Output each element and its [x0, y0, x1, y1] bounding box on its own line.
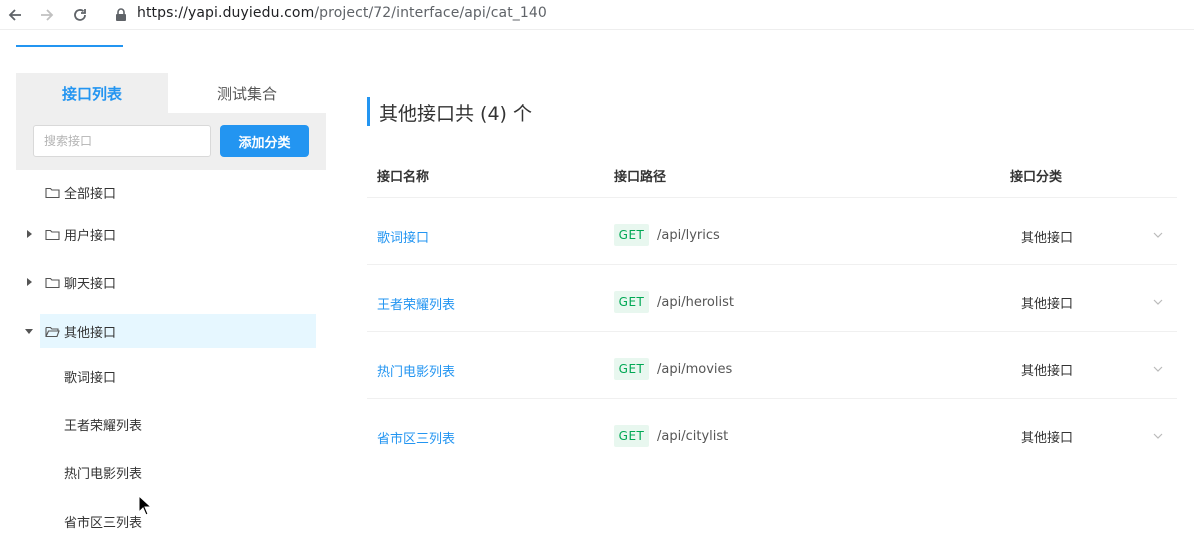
folder-icon: [45, 228, 60, 241]
forward-arrow-icon[interactable]: [36, 4, 58, 26]
column-header-name: 接口名称: [377, 170, 430, 185]
caret-down-icon[interactable]: [24, 326, 34, 336]
search-input[interactable]: [33, 125, 211, 157]
chevron-down-icon[interactable]: [1152, 296, 1164, 308]
chevron-down-icon[interactable]: [1152, 229, 1164, 241]
caret-right-icon[interactable]: [24, 277, 34, 287]
table-divider: [367, 331, 1177, 332]
lock-icon: [115, 8, 129, 22]
sidebar-search-bar: 添加分类: [16, 113, 326, 170]
address-bar[interactable]: https://yapi.duyiedu.com/project/72/inte…: [137, 5, 547, 21]
method-badge: GET: [614, 224, 649, 246]
tree-leaf-citylist[interactable]: 省市区三列表: [64, 512, 142, 532]
tab-test-collection[interactable]: 测试集合: [168, 73, 326, 113]
caret-right-icon[interactable]: [24, 229, 34, 239]
folder-icon: [45, 276, 60, 289]
interface-name-link[interactable]: 热门电影列表: [377, 361, 455, 380]
chevron-down-icon[interactable]: [1152, 363, 1164, 375]
tree-leaf-herolist[interactable]: 王者荣耀列表: [64, 415, 142, 435]
title-accent-bar: [367, 97, 370, 126]
tree-item-other[interactable]: 其他接口: [25, 314, 316, 348]
nav-active-indicator: [16, 45, 123, 47]
interface-name-link[interactable]: 王者荣耀列表: [377, 294, 455, 313]
url-path: /project/72/interface/api/cat_140: [314, 5, 547, 21]
tree-item-user[interactable]: 用户接口: [16, 217, 316, 251]
column-header-category: 接口分类: [1010, 170, 1063, 185]
interface-category-select[interactable]: 其他接口: [1021, 227, 1073, 246]
tree-item-label: 其他接口: [64, 325, 117, 341]
url-host: https://yapi.duyiedu.com: [137, 5, 315, 21]
tree-leaf-movies[interactable]: 热门电影列表: [64, 463, 142, 483]
method-badge: GET: [614, 425, 649, 447]
folder-open-icon: [45, 325, 60, 338]
tree-item-label: 用户接口: [64, 228, 117, 244]
tree-leaf-lyrics[interactable]: 歌词接口: [64, 367, 116, 387]
column-header-path: 接口路径: [614, 170, 667, 185]
interface-name-link[interactable]: 省市区三列表: [377, 428, 455, 447]
browser-toolbar: https://yapi.duyiedu.com/project/72/inte…: [0, 0, 1194, 30]
sidebar-tabs: 接口列表 测试集合: [16, 73, 326, 113]
tree-item-label: 全部接口: [64, 186, 117, 202]
interface-category-select[interactable]: 其他接口: [1021, 427, 1073, 446]
mouse-pointer-icon: [138, 494, 153, 517]
interface-path: /api/lyrics: [657, 228, 720, 243]
tree-item-label: 聊天接口: [64, 276, 117, 292]
method-badge: GET: [614, 291, 649, 313]
page-title: 其他接口共 (4) 个: [379, 103, 532, 125]
interface-category-select[interactable]: 其他接口: [1021, 293, 1073, 312]
method-badge: GET: [614, 358, 649, 380]
folder-icon: [45, 186, 60, 199]
interface-name-link[interactable]: 歌词接口: [377, 227, 429, 246]
table-divider: [367, 197, 1177, 198]
interface-category-select[interactable]: 其他接口: [1021, 360, 1073, 379]
interface-path: /api/citylist: [657, 429, 729, 444]
add-category-button[interactable]: 添加分类: [220, 125, 309, 157]
chevron-down-icon[interactable]: [1152, 430, 1164, 442]
tab-interface-list[interactable]: 接口列表: [16, 73, 168, 113]
table-divider: [367, 264, 1177, 265]
interface-path: /api/movies: [657, 362, 733, 377]
back-arrow-icon[interactable]: [4, 4, 26, 26]
interface-path: /api/herolist: [657, 295, 734, 310]
tree-item-all[interactable]: 全部接口: [16, 175, 316, 209]
tree-item-chat[interactable]: 聊天接口: [16, 265, 316, 299]
reload-icon[interactable]: [69, 4, 91, 26]
table-divider: [367, 398, 1177, 399]
